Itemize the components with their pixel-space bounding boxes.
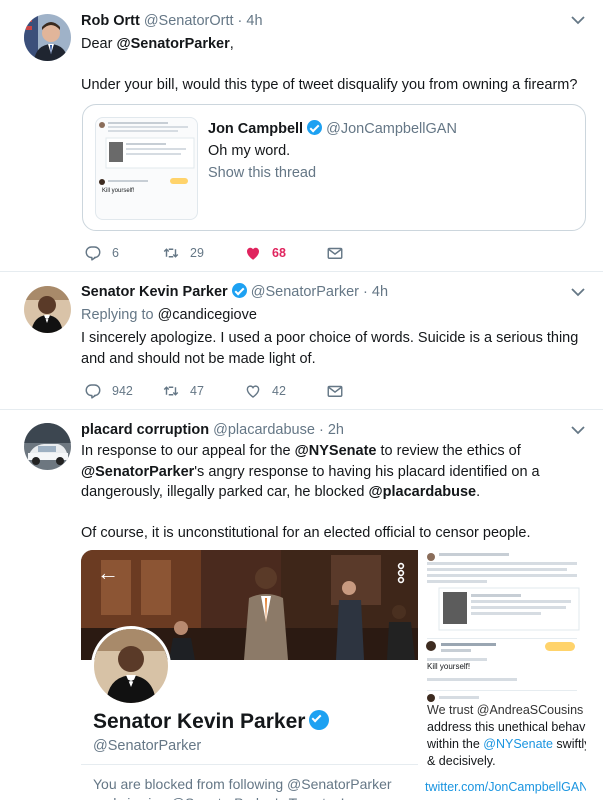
separator: · <box>363 284 368 300</box>
profile-divider <box>81 764 418 765</box>
retweet-icon <box>163 248 179 258</box>
author-handle[interactable]: @SenatorParker <box>251 284 359 300</box>
reply-mention-link[interactable]: @candicegiove <box>158 307 257 323</box>
text-segment: Dear <box>81 36 117 52</box>
media-image-profile[interactable]: ← Senator Kevin Parker @SenatorParker Yo… <box>81 550 418 800</box>
author-name[interactable]: Rob Ortt <box>81 13 140 29</box>
timestamp[interactable]: 4h <box>246 13 262 29</box>
reply-button[interactable]: 942 <box>84 382 162 400</box>
like-count: 42 <box>272 384 286 398</box>
profile-name: Senator Kevin Parker <box>93 710 306 733</box>
quoted-media-thumbnail[interactable]: Kill yourself! <box>95 117 198 220</box>
verified-badge-icon <box>307 120 323 135</box>
author-name[interactable]: Senator Kevin Parker <box>81 284 228 300</box>
chevron-down-icon[interactable] <box>571 286 585 300</box>
profile-handle: @SenatorParker <box>93 738 202 754</box>
reply-icon <box>85 246 101 261</box>
reply-icon <box>85 384 101 399</box>
tweet-senator-parker[interactable]: Senator Kevin Parker @SenatorParker · 4h… <box>0 272 603 410</box>
quoted-author-name[interactable]: Jon Campbell <box>208 121 303 137</box>
quoted-author-handle[interactable]: @JonCampbellGAN <box>326 121 457 137</box>
replying-to: Replying to @candicegiove <box>81 305 585 325</box>
timestamp[interactable]: 4h <box>372 284 388 300</box>
thread-quote-text: We trust @AndreaSCousins will address th… <box>427 703 586 770</box>
direct-message-button[interactable] <box>326 382 344 400</box>
reply-count: 942 <box>112 384 133 398</box>
quoted-tweet-card[interactable]: Kill yourself! Jon Campbell @JonCampbell… <box>82 104 586 231</box>
tweet-text: In response to our appeal for the @NYSen… <box>81 441 585 503</box>
thumbnail-text: Kill yourself! <box>102 188 135 194</box>
tweet-text-line: Of course, it is unconstitutional for an… <box>81 524 531 541</box>
like-count: 68 <box>272 246 286 260</box>
envelope-icon <box>327 247 343 259</box>
avatar[interactable] <box>24 423 71 470</box>
quote-line: & decisively. <box>427 754 496 768</box>
text-segment: swiftly <box>556 737 586 751</box>
mention-link[interactable]: @SenatorParker <box>81 464 194 480</box>
text-segment: within the <box>427 737 484 751</box>
heart-icon <box>246 385 260 398</box>
like-button[interactable]: 42 <box>244 382 326 400</box>
thread-url-link[interactable]: twitter.com/JonCampbellGAN... <box>425 780 586 794</box>
tweet-text-line: Under your bill, would this type of twee… <box>81 76 578 93</box>
verified-badge-icon <box>309 710 330 730</box>
retweet-count: 47 <box>190 384 204 398</box>
chevron-down-icon[interactable] <box>571 14 585 28</box>
separator: · <box>237 13 243 29</box>
avatar[interactable] <box>24 14 71 61</box>
tweet-text: Dear @SenatorParker, <box>81 34 585 55</box>
retweet-icon <box>163 386 179 396</box>
quoted-tweet-text: Oh my word. <box>208 143 291 159</box>
thread-screenshot <box>426 553 580 702</box>
retweet-button[interactable]: 47 <box>162 382 244 400</box>
timestamp[interactable]: 2h <box>328 422 344 438</box>
media-image-thread[interactable]: Kill yourself! We trust @AndreaSCousins … <box>421 550 586 800</box>
direct-message-button[interactable] <box>326 244 344 262</box>
retweet-count: 29 <box>190 246 204 260</box>
tweet-text: I sincerely apologize. I used a poor cho… <box>81 330 579 367</box>
text-segment: , <box>229 36 234 52</box>
author-handle[interactable]: @placardabuse <box>213 422 315 438</box>
replying-label: Replying to <box>81 307 158 323</box>
avatar[interactable] <box>24 286 71 333</box>
chevron-down-icon[interactable] <box>571 424 585 438</box>
tweet-rob-ortt[interactable]: Rob Ortt @SenatorOrtt · 4h Dear @Senator… <box>0 0 603 272</box>
blocked-notice: You are blocked from following @SenatorP… <box>93 776 392 800</box>
quote-line: within the @NYSenate swiftly <box>427 736 586 753</box>
heart-filled-icon <box>247 247 259 260</box>
retweet-button[interactable]: 29 <box>162 244 244 262</box>
reply-count: 6 <box>112 246 119 260</box>
text-segment: . <box>476 484 481 500</box>
author-name[interactable]: placard corruption <box>81 422 209 438</box>
show-thread-link[interactable]: Show this thread <box>208 165 316 181</box>
separator: · <box>318 422 324 438</box>
author-handle[interactable]: @SenatorOrtt <box>144 13 234 29</box>
text-segment: to review the ethics of <box>376 443 521 459</box>
mention-link[interactable]: @placardabuse <box>369 484 477 500</box>
quote-line: We trust @AndreaSCousins will <box>427 703 586 717</box>
thread-kill-text: Kill yourself! <box>427 662 471 671</box>
quote-line: address this unethical behavior <box>427 720 586 734</box>
mention-link[interactable]: @NYSenate <box>483 737 553 751</box>
envelope-icon <box>327 385 343 397</box>
verified-badge-icon <box>231 283 247 298</box>
like-button[interactable]: 68 <box>244 244 326 262</box>
mention-link[interactable]: @SenatorParker <box>116 36 229 52</box>
reply-button[interactable]: 6 <box>84 244 162 262</box>
text-segment: In response to our appeal for the <box>81 443 295 459</box>
profile-avatar[interactable] <box>91 626 171 706</box>
more-options-icon[interactable] <box>394 562 408 584</box>
mention-link[interactable]: @NYSenate <box>295 443 377 459</box>
tweet-placard-corruption[interactable]: placard corruption @placardabuse · 2h In… <box>0 410 603 800</box>
back-arrow-icon[interactable]: ← <box>97 562 119 584</box>
